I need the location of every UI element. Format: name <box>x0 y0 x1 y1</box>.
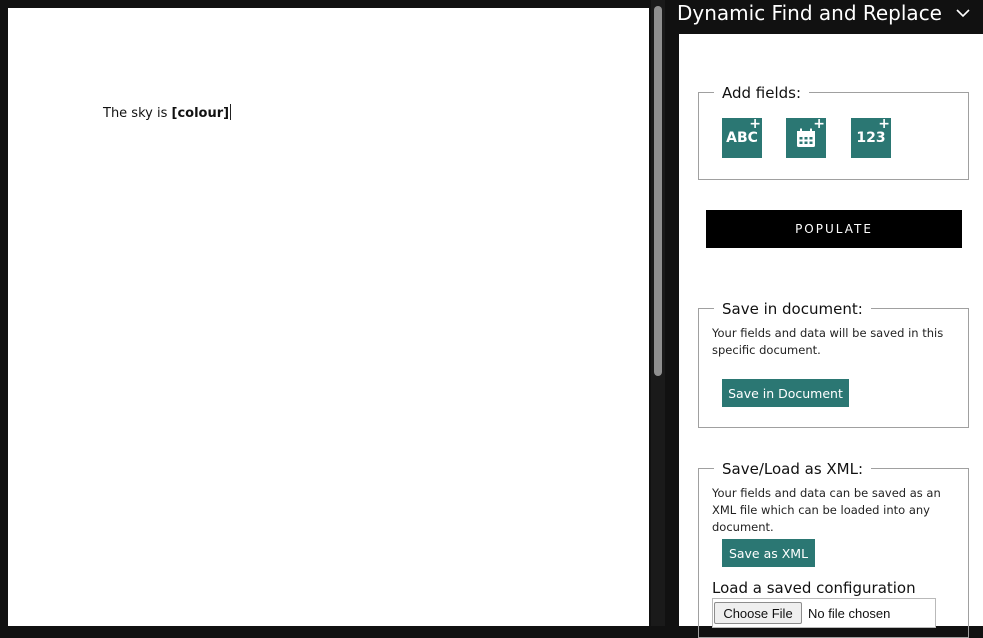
document-page[interactable]: The sky is [colour] <box>8 8 649 626</box>
save-in-document-description: Your fields and data will be saved in th… <box>712 326 944 357</box>
add-number-field-button[interactable]: 123 + <box>851 116 891 158</box>
choose-file-button[interactable]: Choose File <box>714 602 802 624</box>
file-status-text: No file chosen <box>808 606 891 621</box>
add-fields-legend: Add fields: <box>714 84 810 102</box>
number-field-icon: 123 <box>856 130 886 146</box>
task-pane-title: Dynamic Find and Replace <box>677 1 942 25</box>
plus-icon: + <box>878 116 890 132</box>
document-text: The sky is <box>103 106 172 121</box>
save-xml-description: Your fields and data can be saved as an … <box>712 486 941 534</box>
add-date-field-button[interactable]: + <box>786 116 826 158</box>
save-as-xml-button[interactable]: Save as XML <box>722 539 815 567</box>
plus-icon: + <box>813 116 825 132</box>
save-in-document-legend: Save in document: <box>714 300 871 318</box>
text-cursor <box>230 104 232 120</box>
load-configuration-label: Load a saved configuration <box>712 579 916 597</box>
document-field-placeholder[interactable]: [colour] <box>172 106 230 121</box>
document-scrollbar-thumb[interactable] <box>654 6 662 376</box>
chevron-down-icon[interactable] <box>954 4 972 22</box>
save-load-xml-legend: Save/Load as XML: <box>714 460 872 478</box>
add-text-field-button[interactable]: ABC + <box>722 116 762 158</box>
document-text-line[interactable]: The sky is [colour] <box>103 104 232 121</box>
text-field-icon: ABC <box>726 130 758 146</box>
task-pane-scrollbar[interactable] <box>670 28 678 626</box>
plus-icon: + <box>749 116 761 132</box>
save-in-document-button[interactable]: Save in Document <box>722 379 849 407</box>
populate-button[interactable]: POPULATE <box>706 210 962 248</box>
